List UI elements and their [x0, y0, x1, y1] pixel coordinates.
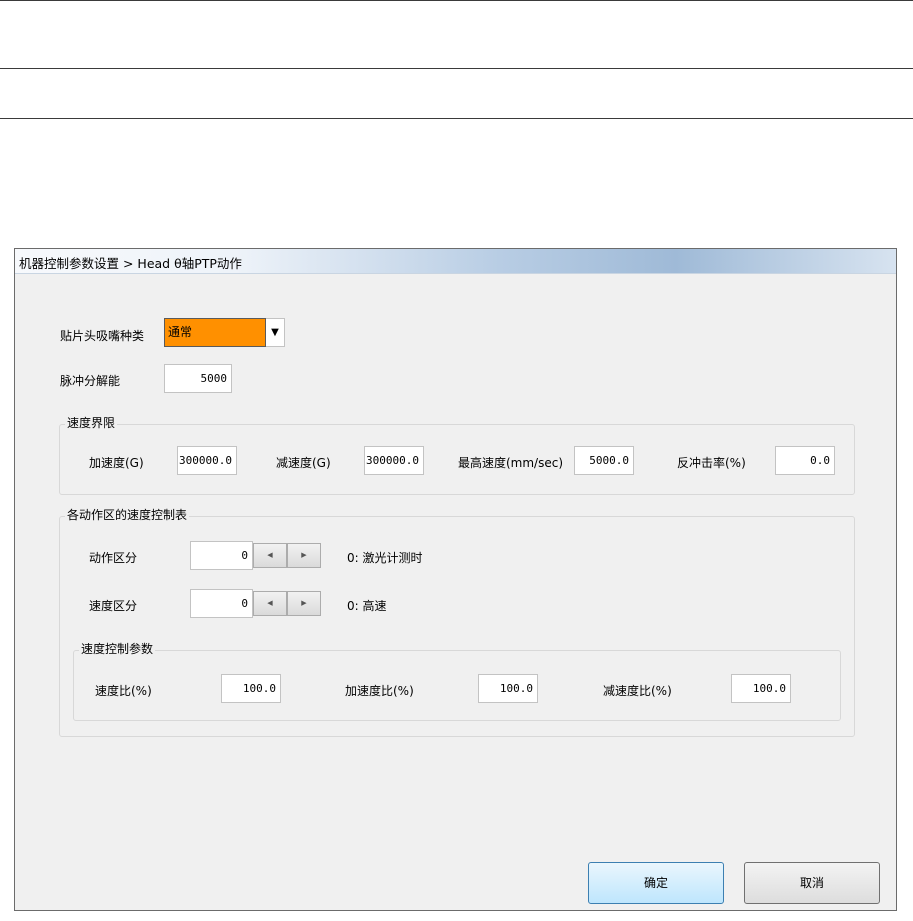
speed-ratio-label: 速度比(%): [95, 684, 152, 698]
dialog-title: 机器控制参数设置 > Head θ轴PTP动作: [19, 256, 242, 271]
top-rule: [0, 0, 913, 1]
action-zone-next-icon[interactable]: ▶: [287, 543, 321, 568]
middle-rule: [0, 68, 913, 69]
action-zone-description: 0: 激光计测时: [347, 551, 423, 565]
chevron-down-icon[interactable]: ▼: [266, 318, 285, 347]
parameter-dialog: 机器控制参数设置 > Head θ轴PTP动作 贴片头吸嘴种类 通常 ▼ 脉冲分…: [14, 248, 897, 911]
cancel-button[interactable]: 取消: [744, 862, 880, 904]
max-speed-field[interactable]: 5000.0: [574, 446, 634, 475]
accel-ratio-field[interactable]: 100.0: [478, 674, 538, 703]
speed-zone-field[interactable]: 0: [190, 589, 253, 618]
decel-field[interactable]: 300000.0: [364, 446, 424, 475]
accel-label: 加速度(G): [89, 456, 144, 470]
speed-table-group-title: 各动作区的速度控制表: [65, 506, 190, 523]
speed-control-params-title: 速度控制参数: [79, 640, 156, 657]
backlash-field[interactable]: 0.0: [775, 446, 835, 475]
speed-control-params-group: [73, 650, 841, 721]
nozzle-type-label: 贴片头吸嘴种类: [60, 329, 145, 343]
speed-zone-next-icon[interactable]: ▶: [287, 591, 321, 616]
dialog-client-area: 贴片头吸嘴种类 通常 ▼ 脉冲分解能 5000 速度界限 加速度(G) 3000…: [19, 274, 892, 906]
dialog-titlebar[interactable]: 机器控制参数设置 > Head θ轴PTP动作: [15, 249, 896, 274]
nozzle-type-select[interactable]: 通常: [164, 318, 266, 347]
decel-label: 减速度(G): [276, 456, 331, 470]
action-zone-prev-icon[interactable]: ◀: [253, 543, 287, 568]
accel-ratio-label: 加速度比(%): [345, 684, 414, 698]
decel-ratio-label: 减速度比(%): [603, 684, 672, 698]
max-speed-label: 最高速度(mm/sec): [458, 456, 564, 470]
speed-zone-prev-icon[interactable]: ◀: [253, 591, 287, 616]
accel-field[interactable]: 300000.0: [177, 446, 237, 475]
backlash-label: 反冲击率(%): [677, 456, 746, 470]
lower-rule: [0, 118, 913, 119]
speed-ratio-field[interactable]: 100.0: [221, 674, 281, 703]
speed-zone-label: 速度区分: [89, 599, 138, 613]
pulse-resolution-label: 脉冲分解能: [60, 374, 121, 388]
action-zone-field[interactable]: 0: [190, 541, 253, 570]
ok-button[interactable]: 确定: [588, 862, 724, 904]
speed-zone-description: 0: 高速: [347, 599, 387, 613]
speed-limit-group-title: 速度界限: [65, 414, 118, 431]
pulse-resolution-field[interactable]: 5000: [164, 364, 232, 393]
action-zone-label: 动作区分: [89, 551, 138, 565]
decel-ratio-field[interactable]: 100.0: [731, 674, 791, 703]
